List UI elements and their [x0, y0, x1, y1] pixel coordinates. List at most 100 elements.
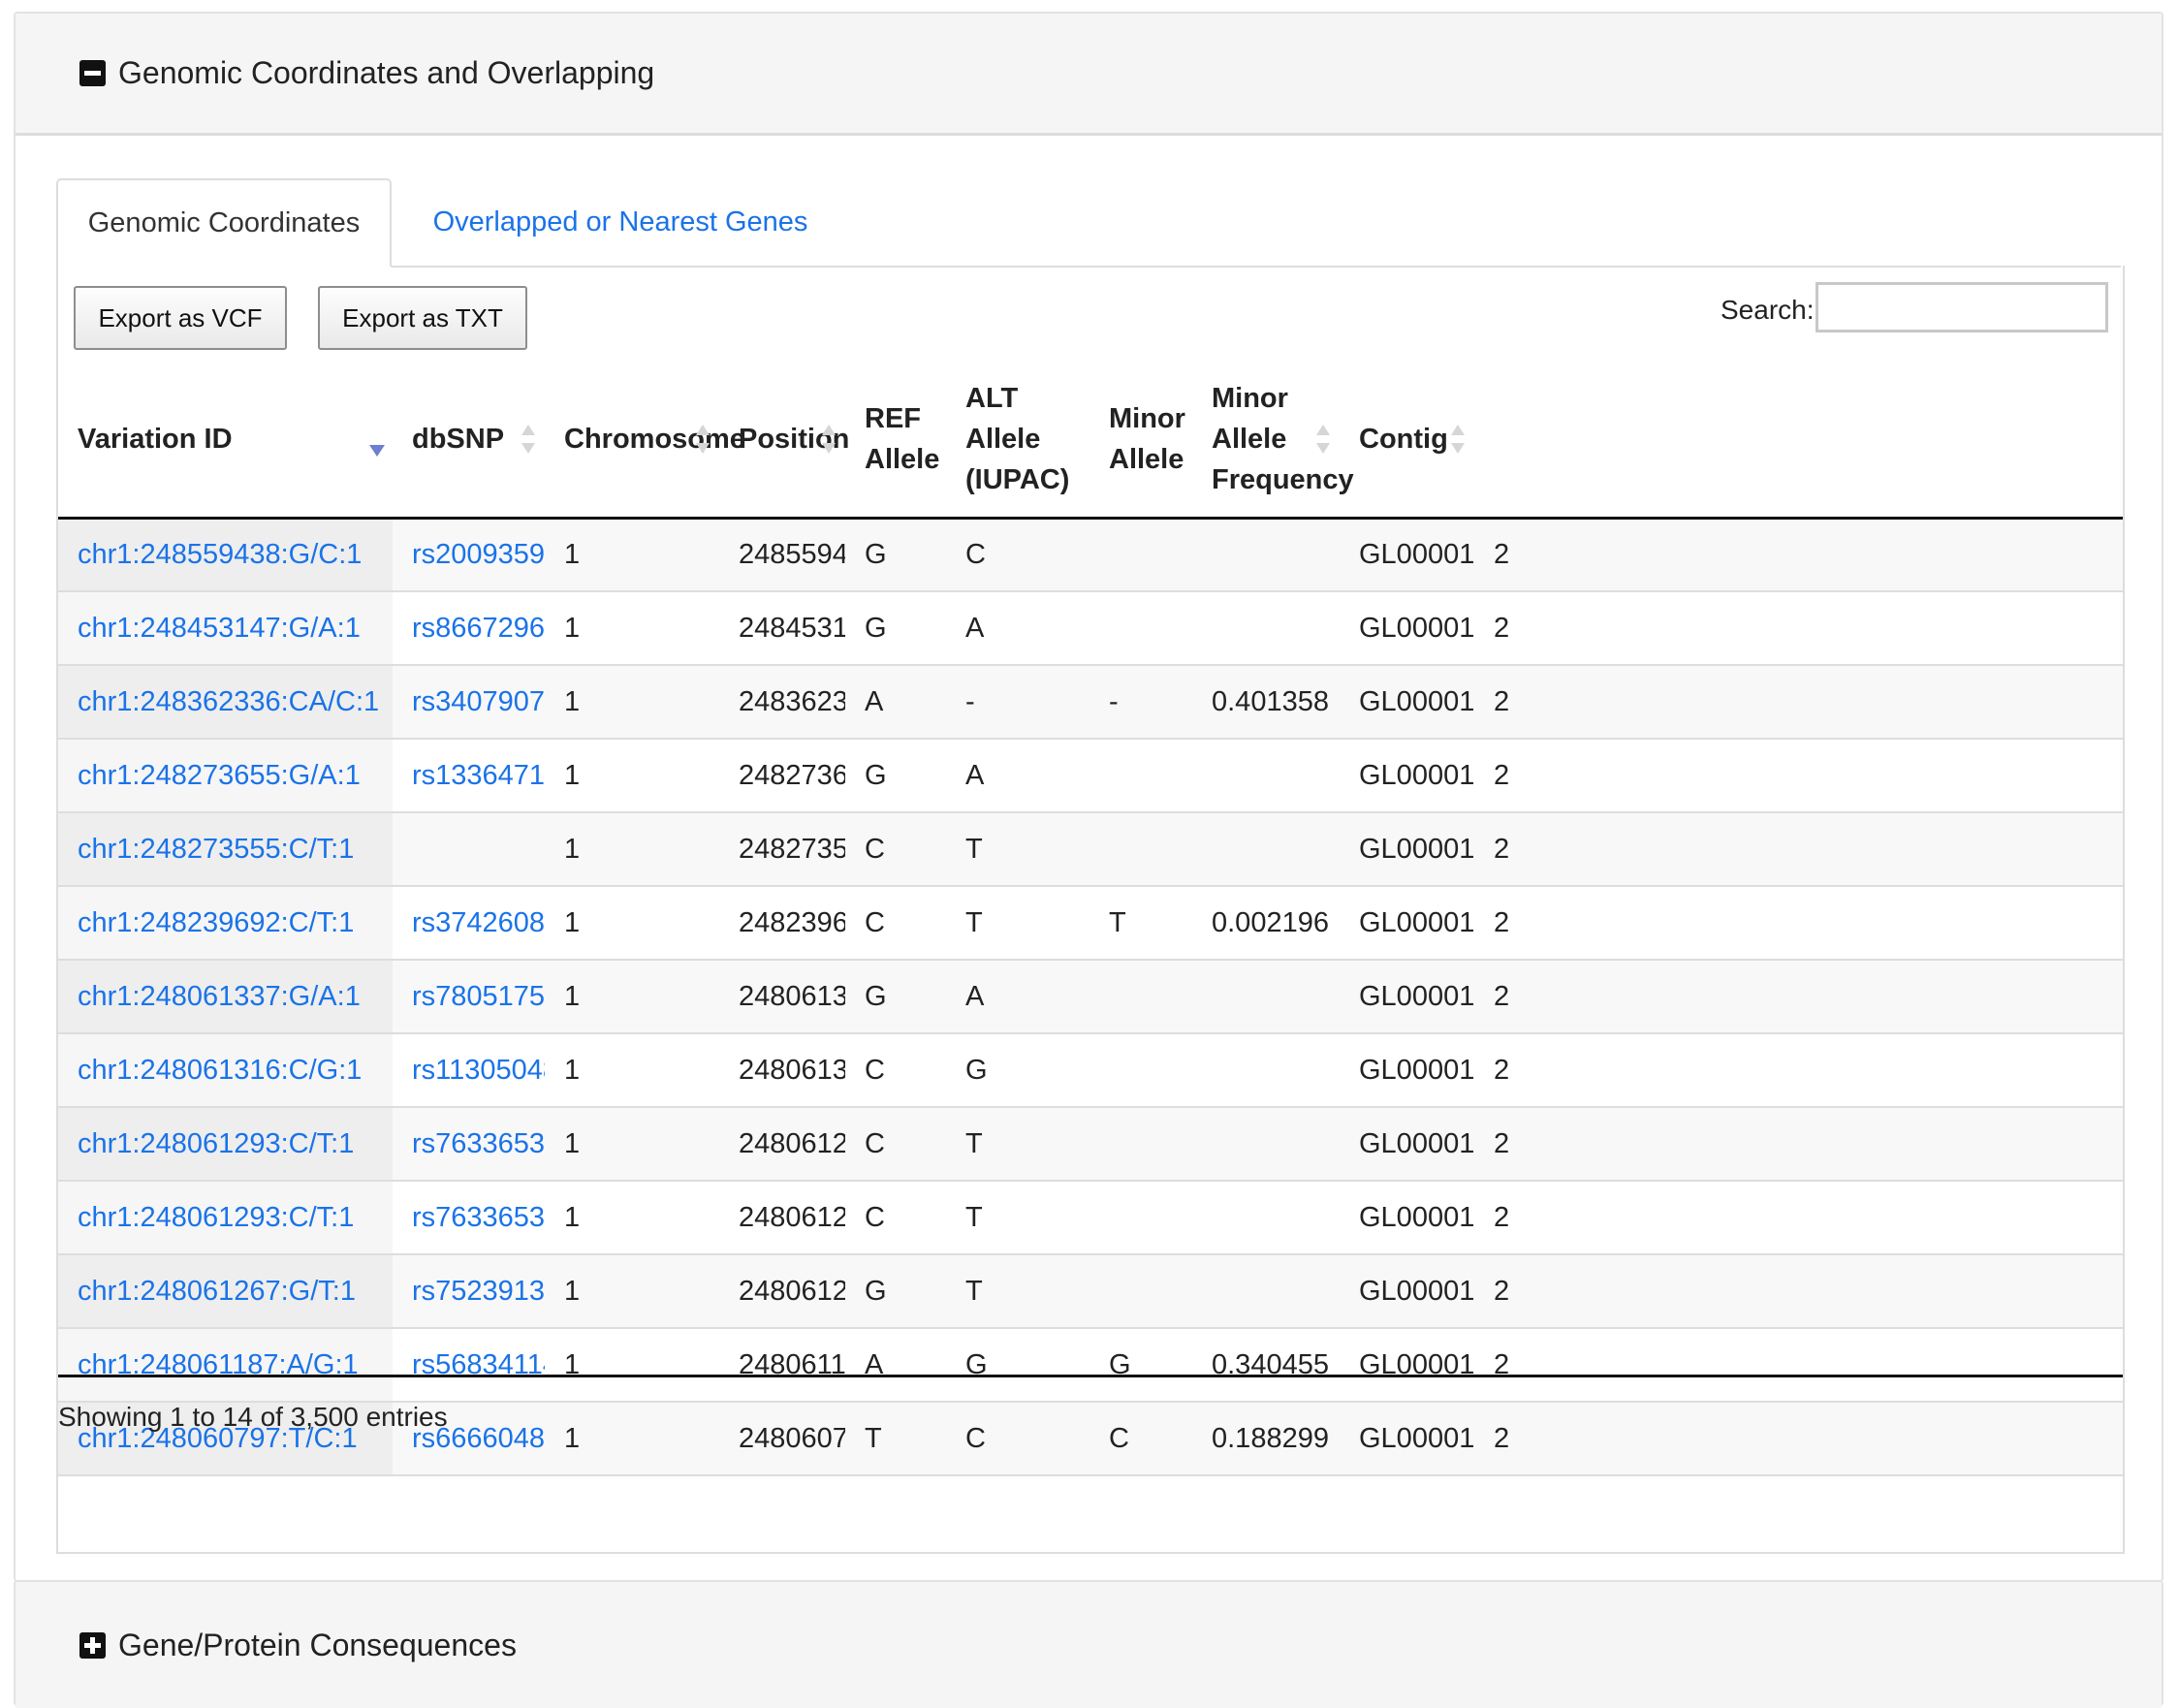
table-cell: [1192, 1107, 1340, 1182]
table-cell: chr1:248061316:C/G:1: [58, 1033, 393, 1108]
variation-id-link[interactable]: chr1:248559438:G/C:1: [78, 539, 362, 570]
column-header-label: REF Allele: [865, 403, 940, 476]
panel-heading-consequences[interactable]: Gene/Protein Consequences: [16, 1582, 2162, 1708]
cell-value: C: [865, 833, 885, 865]
cell-value: 1: [564, 685, 581, 717]
variation-id-link[interactable]: chr1:248362336:CA/C:1: [78, 686, 379, 717]
expand-plus-icon[interactable]: [79, 1631, 106, 1659]
column-header[interactable]: dbSNP: [393, 363, 545, 520]
table-cell: 2: [1474, 591, 2123, 666]
table-cell: GL000018.2: [1340, 1033, 1474, 1108]
table-cell: rs1336471030: [393, 739, 545, 813]
table-cell: 248362337: [719, 665, 845, 740]
cell-value: 1: [564, 1422, 581, 1454]
table-cell: G: [1090, 1328, 1192, 1403]
cell-value: 2: [1494, 685, 1510, 717]
dbsnp-link[interactable]: rs75239130: [412, 1276, 545, 1307]
cell-value: GL000018.2: [1359, 759, 1474, 791]
table-cell: GL000018.2: [1340, 518, 1474, 592]
table-row: chr1:248273555:C/T:1 1 248273555 C T GL000018…: [58, 812, 2123, 887]
column-header-label: Minor Allele Frequency: [1212, 383, 1354, 496]
cell-value: 248239692: [739, 906, 845, 938]
variation-id-link[interactable]: chr1:248239692:C/T:1: [78, 907, 354, 938]
table-cell: rs780517525: [393, 960, 545, 1034]
cell-value: 1: [564, 906, 581, 938]
cell-value: 2: [1494, 833, 1510, 865]
sort-both-icon[interactable]: [1316, 425, 1330, 455]
table-cell: G: [845, 739, 946, 813]
cell-value: GL000018.2: [1359, 538, 1474, 570]
sort-both-icon[interactable]: [1451, 425, 1465, 455]
export-vcf-button[interactable]: Export as VCF: [74, 286, 287, 350]
dbsnp-link[interactable]: rs34079073: [412, 686, 545, 717]
table-cell: GL000018.2: [1340, 1181, 1474, 1255]
tab-genomic-coordinates[interactable]: Genomic Coordinates: [56, 178, 392, 268]
variation-id-link[interactable]: chr1:248061316:C/G:1: [78, 1055, 362, 1086]
column-header[interactable]: Position: [719, 363, 849, 520]
table-cell: 2: [1474, 1181, 2123, 1255]
table-cell: C: [845, 1033, 946, 1108]
sort-both-icon[interactable]: [822, 425, 836, 455]
cell-value: 248273655: [739, 759, 845, 791]
table-cell: 1: [545, 812, 719, 887]
table-row: chr1:248362336:CA/C:1 rs34079073 1 24836233…: [58, 665, 2123, 740]
cell-value: GL000018.2: [1359, 685, 1474, 717]
table-cell: C: [845, 886, 946, 961]
column-header-label: Minor Allele: [1109, 403, 1185, 476]
export-txt-button[interactable]: Export as TXT: [318, 286, 527, 350]
cell-value: 1: [564, 833, 581, 865]
column-header: ALT Allele (IUPAC): [946, 363, 1090, 520]
sort-desc-icon[interactable]: [369, 444, 385, 457]
cell-value: G: [865, 759, 887, 791]
dbsnp-link[interactable]: rs200935922: [412, 539, 545, 570]
cell-value: 248273555: [739, 833, 845, 865]
cell-value: 2: [1494, 1422, 1510, 1454]
cell-value: 0.002196: [1212, 906, 1329, 938]
dbsnp-link[interactable]: rs76336532: [412, 1128, 545, 1159]
table-cell: 2: [1474, 1107, 2123, 1182]
column-header[interactable]: Minor Allele Frequency: [1192, 363, 1354, 520]
variation-id-link[interactable]: chr1:248273555:C/T:1: [78, 834, 354, 865]
variation-id-link[interactable]: chr1:248061337:G/A:1: [78, 981, 361, 1012]
table-cell: [1090, 960, 1192, 1034]
dbsnp-link[interactable]: rs76336532: [412, 1202, 545, 1233]
cell-value: 248362337: [739, 685, 845, 717]
table-cell: rs76336532: [393, 1107, 545, 1182]
cell-value: -: [965, 685, 975, 717]
variation-id-link[interactable]: chr1:248061293:C/T:1: [78, 1202, 354, 1233]
table-info: Showing 1 to 14 of 3,500 entries: [58, 1402, 448, 1432]
sort-both-icon[interactable]: [521, 425, 535, 455]
sort-both-icon[interactable]: [696, 425, 710, 455]
cell-value: -: [1109, 685, 1119, 717]
table-cell: 248061293: [719, 1181, 845, 1255]
panel-heading-genomic[interactable]: Genomic Coordinates and Overlapping: [16, 14, 2162, 136]
cell-value: 1: [564, 538, 581, 570]
table-row: chr1:248061187:A/G:1rs568341141248061187…: [58, 1328, 2123, 1403]
table-cell: C: [845, 812, 946, 887]
variation-id-link[interactable]: chr1:248453147:G/A:1: [78, 613, 361, 644]
dbsnp-link[interactable]: rs780517525: [412, 981, 545, 1012]
variation-id-link[interactable]: chr1:248061267:G/T:1: [78, 1276, 356, 1307]
variation-id-link[interactable]: chr1:248061293:C/T:1: [78, 1128, 354, 1159]
tab-overlapped-genes[interactable]: Overlapped or Nearest Genes: [417, 178, 824, 266]
table-cell: 2: [1474, 1033, 2123, 1108]
column-header-label: dbSNP: [412, 424, 505, 456]
dbsnp-link[interactable]: rs113050484: [412, 1055, 545, 1086]
cell-value: 2: [1494, 759, 1510, 791]
search-input[interactable]: [1816, 282, 2108, 332]
dbsnp-link[interactable]: rs374260868: [412, 907, 545, 938]
collapse-minus-icon[interactable]: [79, 60, 106, 86]
cell-value: 2: [1494, 1275, 1510, 1307]
column-header[interactable]: Chromosome: [545, 363, 745, 520]
table-cell: chr1:248362336:CA/C:1: [58, 665, 393, 740]
genomic-coordinates-panel: Genomic Coordinates and Overlapping Geno…: [14, 12, 2163, 1582]
dbsnp-link[interactable]: rs1336471030: [412, 760, 545, 791]
table-cell: 2: [1474, 960, 2123, 1034]
variation-id-link[interactable]: chr1:248273655:G/A:1: [78, 760, 361, 791]
dbsnp-link[interactable]: rs866729601: [412, 613, 545, 644]
table-cell: [393, 812, 545, 887]
table-cell: A: [946, 739, 1090, 813]
column-header[interactable]: Variation ID: [58, 363, 393, 520]
table-cell: GL000018.2: [1340, 1328, 1474, 1403]
column-header[interactable]: Contig: [1340, 363, 1474, 520]
